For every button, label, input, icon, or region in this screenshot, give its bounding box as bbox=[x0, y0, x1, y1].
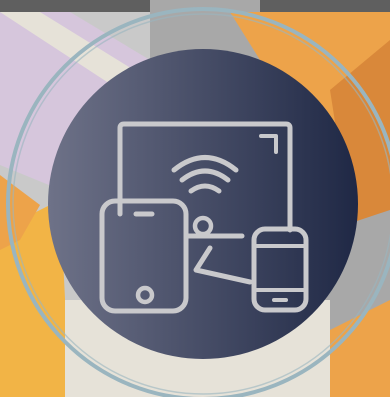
background-canvas bbox=[0, 0, 390, 397]
icon-disc bbox=[48, 49, 358, 359]
device-connectivity-graphic bbox=[0, 0, 390, 397]
